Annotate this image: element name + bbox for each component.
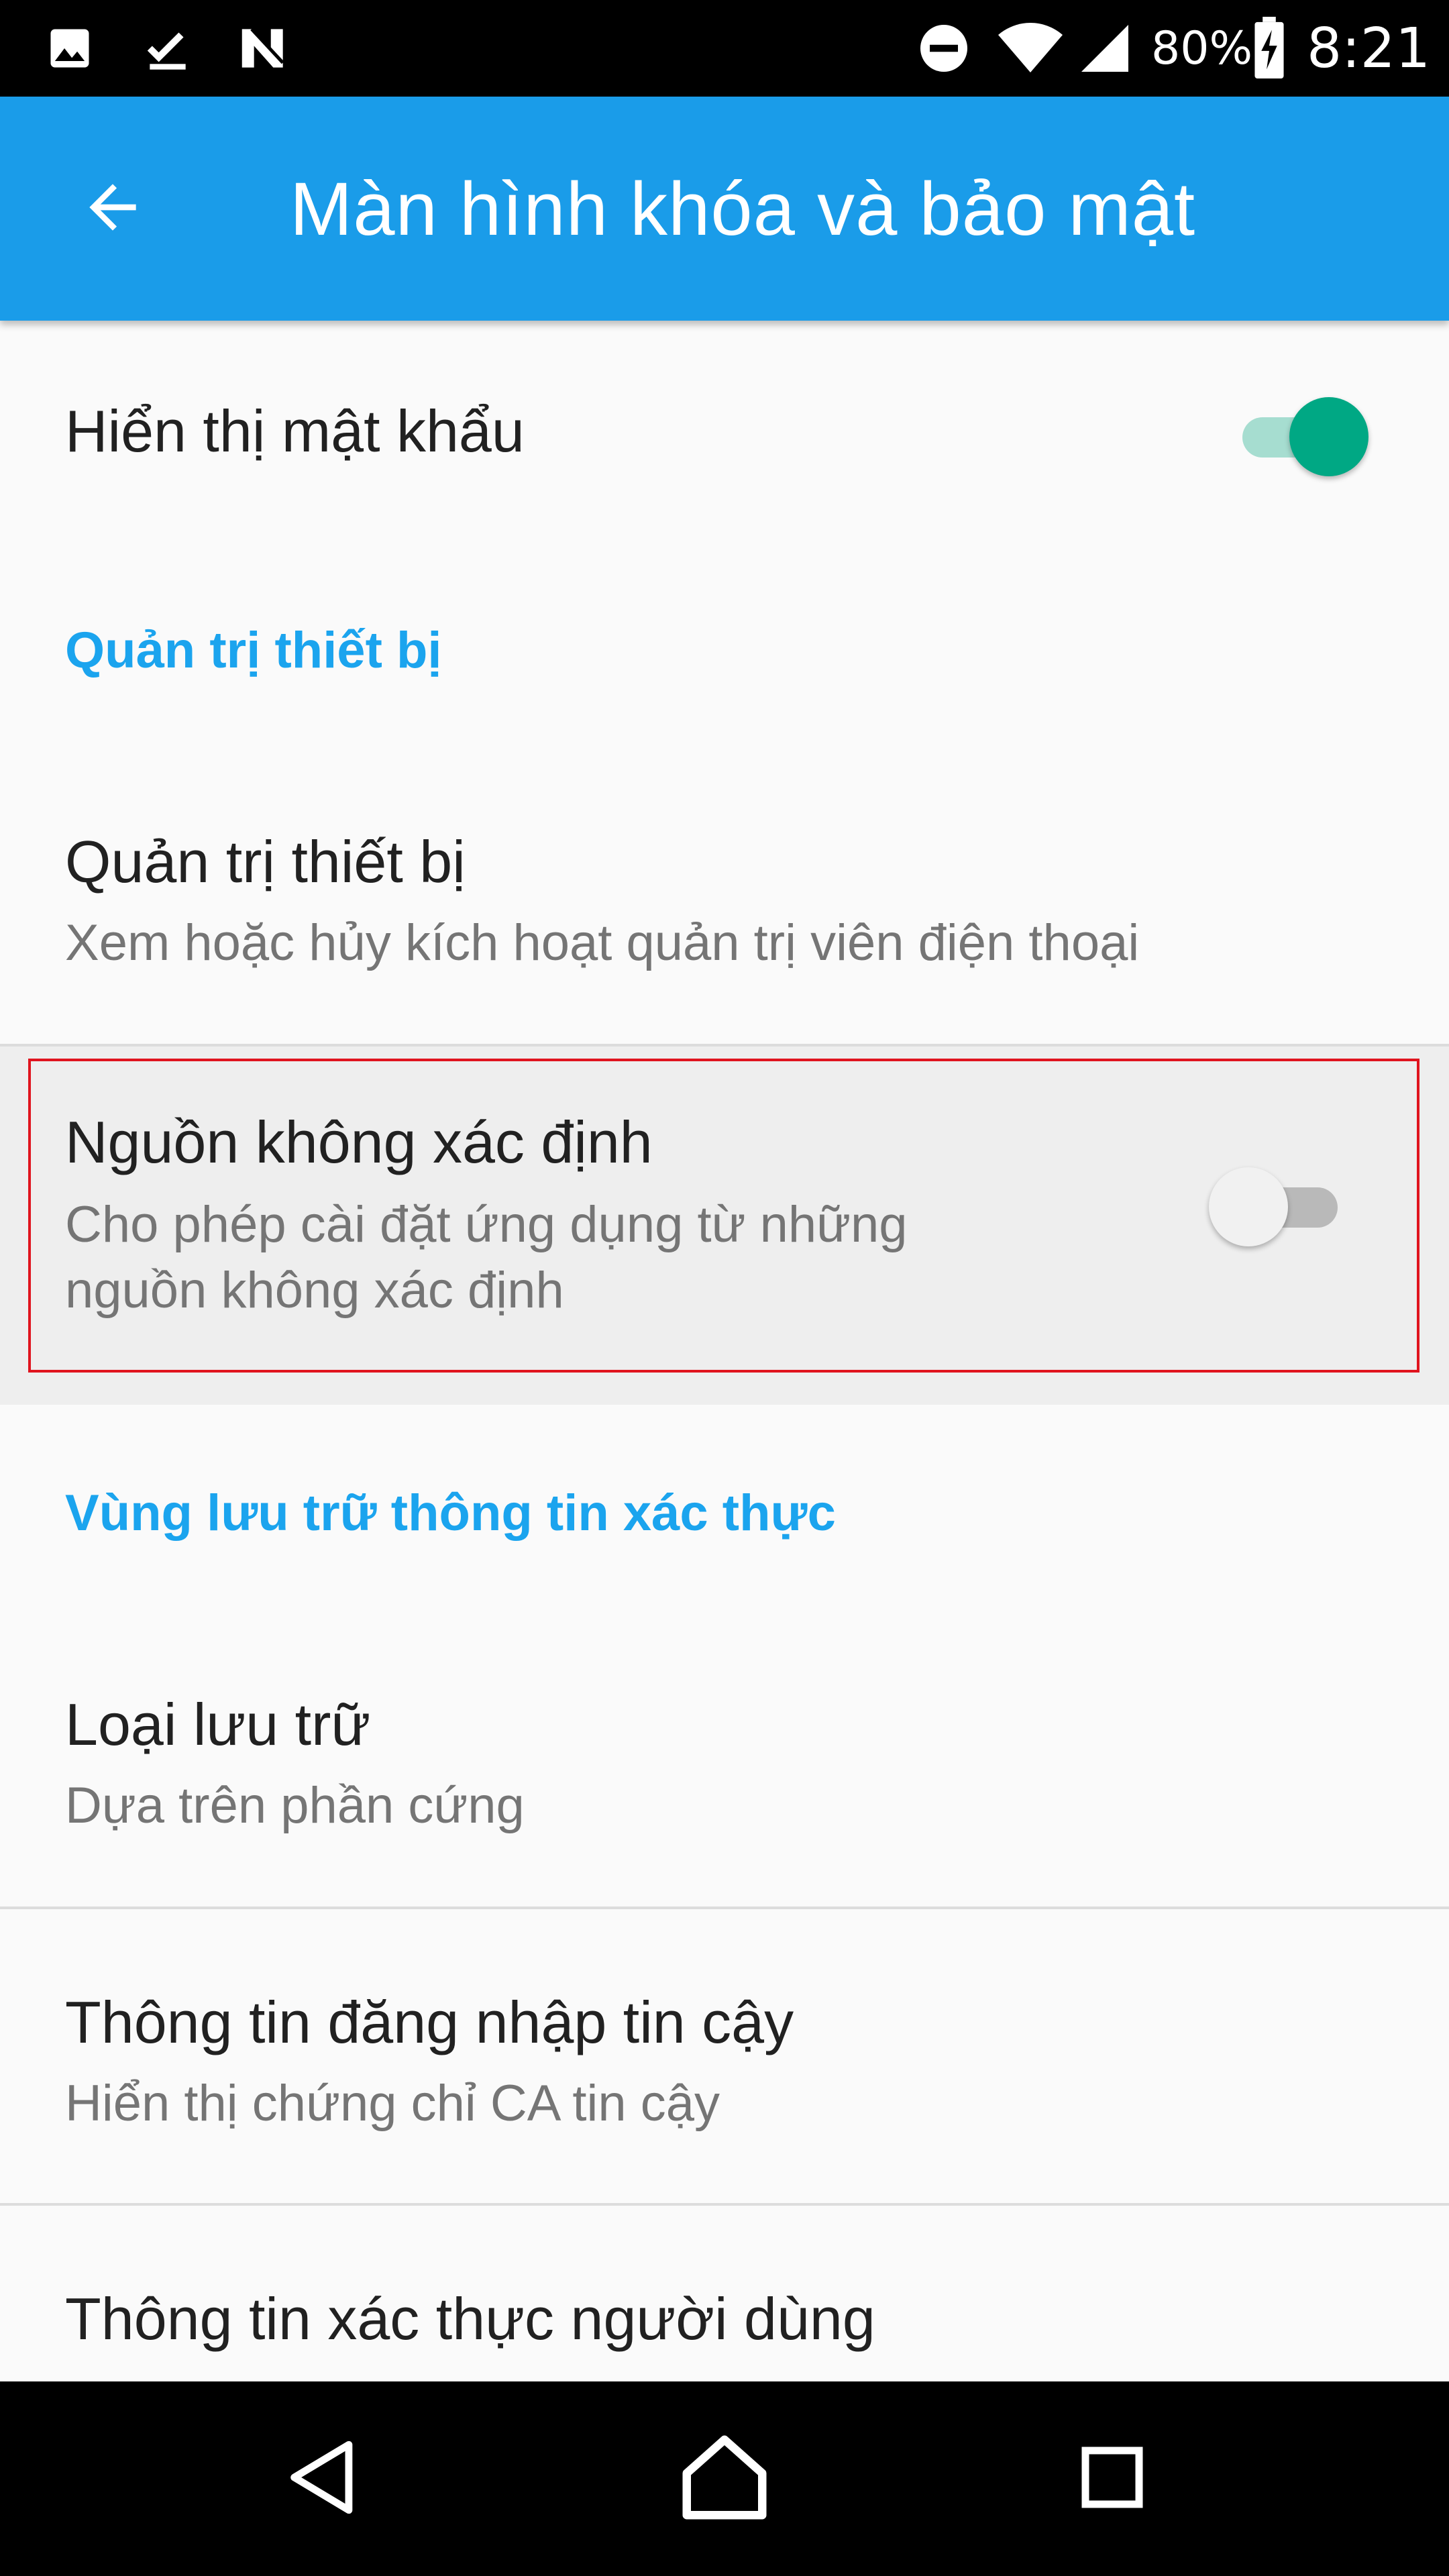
show-password-toggle[interactable] [1242, 394, 1370, 482]
setting-storage-type[interactable]: Loại lưu trữ Dựa trên phần cứng [0, 1599, 1449, 1908]
back-button[interactable] [59, 155, 166, 262]
setting-title: Quản trị thiết bị [65, 828, 466, 895]
n-icon [233, 0, 294, 97]
download-done-icon [140, 0, 196, 97]
setting-unknown-sources[interactable]: Nguồn không xác định Cho phép cài đặt ứn… [0, 1046, 1449, 1405]
back-triangle-icon [280, 2434, 367, 2524]
settings-list: Hiển thị mật khẩu Quản trị thiết bị Quản… [0, 321, 1449, 2381]
setting-title: Thông tin đăng nhập tin cậy [65, 1989, 794, 2055]
setting-show-password[interactable]: Hiển thị mật khẩu [0, 321, 1449, 522]
nav-home-button[interactable] [637, 2381, 812, 2576]
do-not-disturb-icon [914, 0, 974, 97]
arrow-back-icon [78, 172, 148, 246]
unknown-sources-toggle[interactable] [1209, 1165, 1343, 1252]
setting-subtitle: Dựa trên phần cứng [65, 1777, 525, 1834]
home-icon [674, 2427, 775, 2531]
setting-user-credentials[interactable]: Thông tin xác thực người dùng [0, 2206, 1449, 2381]
setting-subtitle: nguồn không xác định [65, 1262, 564, 1319]
setting-subtitle: Cho phép cài đặt ứng dụng từ những [65, 1196, 908, 1253]
battery-percent: 80% [1151, 21, 1253, 75]
section-header-credential-storage: Vùng lưu trữ thông tin xác thực [65, 1485, 836, 1542]
setting-title: Nguồn không xác định [65, 1109, 653, 1175]
setting-title: Loại lưu trữ [65, 1691, 371, 1758]
setting-subtitle: Xem hoặc hủy kích hoạt quản trị viên điệ… [65, 914, 1140, 971]
setting-device-admin[interactable]: Quản trị thiết bị Xem hoặc hủy kích hoạt… [0, 737, 1449, 1045]
navigation-bar [0, 2381, 1449, 2576]
section-header-device-admin: Quản trị thiết bị [65, 622, 442, 679]
battery-charging-icon [1249, 0, 1289, 97]
signal-icon [1075, 0, 1135, 97]
setting-title: Thông tin xác thực người dùng [65, 2286, 875, 2352]
nav-recents-button[interactable] [1025, 2381, 1199, 2576]
page-title: Màn hình khóa và bảo mật [290, 166, 1196, 251]
recents-icon [1072, 2437, 1152, 2521]
nav-back-button[interactable] [236, 2381, 411, 2576]
wifi-icon [997, 0, 1064, 97]
app-bar: Màn hình khóa và bảo mật [0, 97, 1449, 321]
status-bar: 80% 8:21 [0, 0, 1449, 97]
image-icon [42, 0, 98, 97]
clock: 8:21 [1307, 16, 1431, 80]
setting-title: Hiển thị mật khẩu [65, 398, 525, 464]
setting-trusted-credentials[interactable]: Thông tin đăng nhập tin cậy Hiển thị chứ… [0, 1909, 1449, 2203]
setting-subtitle: Hiển thị chứng chỉ CA tin cậy [65, 2075, 720, 2132]
